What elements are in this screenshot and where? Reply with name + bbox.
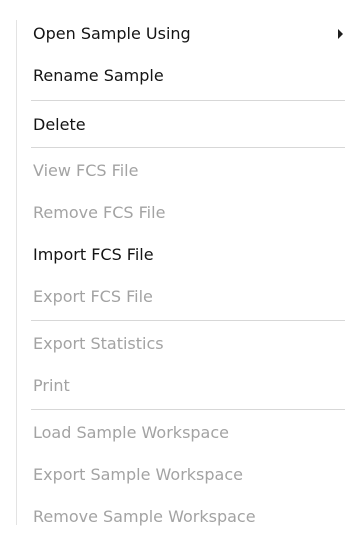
context-menu: Open Sample Using Rename Sample Delete V… <box>0 0 347 538</box>
menu-item-load-sample-workspace[interactable]: Load Sample Workspace <box>33 415 343 451</box>
menu-item-remove-sample-workspace[interactable]: Remove Sample Workspace <box>33 499 343 535</box>
menu-item-rename-sample[interactable]: Rename Sample <box>33 58 343 94</box>
menu-item-label: Open Sample Using <box>33 24 191 43</box>
menu-item-label: Rename Sample <box>33 66 164 85</box>
menu-item-label: Import FCS File <box>33 245 154 264</box>
menu-separator <box>31 100 345 101</box>
submenu-arrow-icon <box>338 29 343 39</box>
menu-item-label: Delete <box>33 115 86 134</box>
menu-item-label: Export FCS File <box>33 287 153 306</box>
menu-separator <box>31 409 345 410</box>
menu-item-label: Load Sample Workspace <box>33 423 229 442</box>
menu-separator <box>31 147 345 148</box>
menu-item-label: Export Statistics <box>33 334 164 353</box>
menu-item-export-sample-workspace[interactable]: Export Sample Workspace <box>33 457 343 493</box>
menu-gutter-divider <box>16 20 17 525</box>
menu-item-label: Export Sample Workspace <box>33 465 243 484</box>
menu-item-label: Remove FCS File <box>33 203 166 222</box>
menu-item-view-fcs-file[interactable]: View FCS File <box>33 153 343 189</box>
menu-item-remove-fcs-file[interactable]: Remove FCS File <box>33 195 343 231</box>
menu-item-print[interactable]: Print <box>33 368 343 404</box>
menu-item-open-sample-using[interactable]: Open Sample Using <box>33 16 343 52</box>
menu-item-label: Print <box>33 376 70 395</box>
menu-item-label: Remove Sample Workspace <box>33 507 256 526</box>
menu-item-label: View FCS File <box>33 161 139 180</box>
menu-separator <box>31 320 345 321</box>
menu-item-import-fcs-file[interactable]: Import FCS File <box>33 237 343 273</box>
menu-item-export-fcs-file[interactable]: Export FCS File <box>33 279 343 315</box>
menu-item-export-statistics[interactable]: Export Statistics <box>33 326 343 362</box>
menu-item-delete[interactable]: Delete <box>33 107 343 143</box>
